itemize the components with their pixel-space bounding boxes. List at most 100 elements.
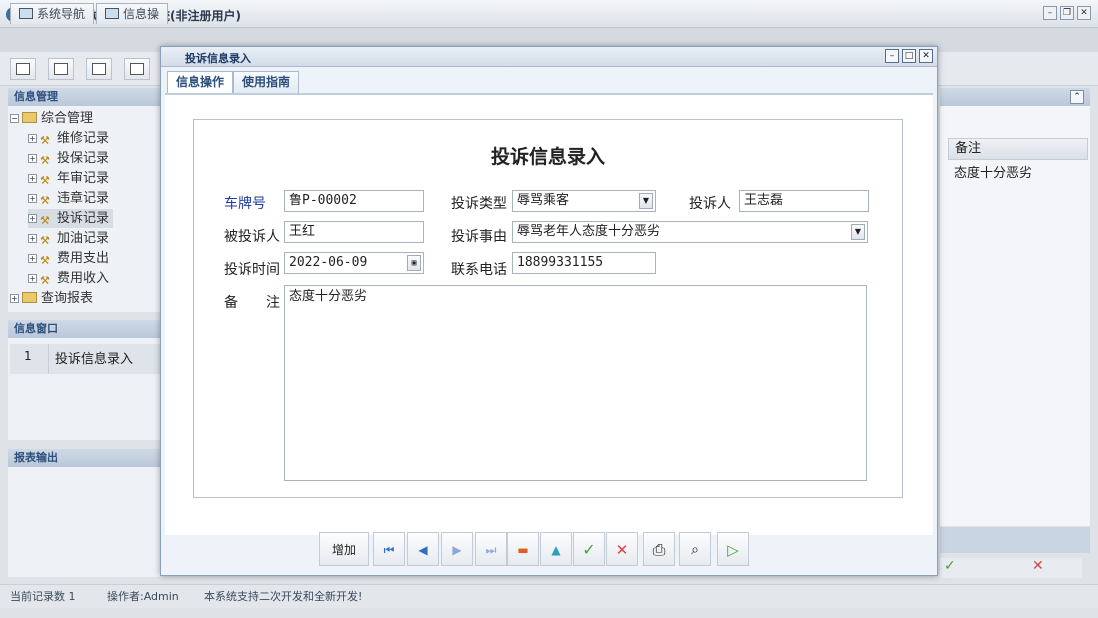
complaint-form: 投诉信息录入 车牌号 鲁P-00002 投诉类型 辱骂乘客 ▼ 投诉人 王志磊 …: [193, 119, 903, 498]
dialog-maximize-icon[interactable]: □: [902, 49, 916, 63]
tree-item[interactable]: + ⚒ 加油记录: [28, 229, 109, 248]
tool-icon: ⚒: [40, 254, 50, 267]
time-label: 投诉时间: [224, 262, 280, 278]
print-button[interactable]: ⎙: [643, 532, 675, 566]
complainant-label: 投诉人: [689, 196, 731, 212]
record-count: 当前记录数 1: [10, 590, 76, 603]
row-number: 1: [24, 349, 32, 363]
tree-item[interactable]: + ⚒ 维修记录: [28, 129, 109, 148]
tree-item-selected[interactable]: + ⚒ 投诉记录: [28, 209, 114, 228]
dialog-close-icon[interactable]: ✕: [919, 49, 933, 63]
tool-icon: ⚒: [40, 234, 50, 247]
tool-icon: ⚒: [40, 194, 50, 207]
grid-cell-remark[interactable]: 态度十分恶劣: [954, 162, 1032, 181]
phone-input[interactable]: 18899331155: [512, 252, 656, 274]
monitor-icon: [19, 8, 33, 19]
phone-label: 联系电话: [451, 262, 507, 278]
collapse-icon[interactable]: ⌃: [1070, 90, 1084, 104]
save-button[interactable]: ✓: [573, 532, 605, 566]
last-icon: ⏭: [485, 543, 497, 557]
tree-item[interactable]: + ⚒ 费用支出: [28, 249, 109, 268]
preview-button[interactable]: ⌕: [679, 532, 711, 566]
cancel-icon[interactable]: ✕: [1032, 558, 1044, 574]
plate-input[interactable]: 鲁P-00002: [284, 190, 424, 212]
prev-icon: ◀: [418, 543, 428, 557]
operator: 操作者:Admin: [107, 590, 179, 603]
dialog-titlebar: 投诉信息录入 – □ ✕: [161, 47, 937, 67]
row-label: 投诉信息录入: [55, 352, 134, 367]
restore-icon[interactable]: ❐: [1060, 6, 1074, 20]
play-icon: ▷: [727, 541, 739, 559]
magnifier-icon: ⌕: [691, 542, 699, 558]
info-management-title: 信息管理: [8, 88, 160, 106]
tree-item[interactable]: + ⚒ 费用收入: [28, 269, 109, 288]
plate-label: 车牌号: [224, 196, 266, 212]
form-title: 投诉信息录入: [490, 146, 605, 168]
first-icon: ⏮: [383, 543, 395, 557]
complainant-input[interactable]: 王志磊: [739, 190, 869, 212]
list-tool-button[interactable]: [48, 58, 74, 80]
cancel-button[interactable]: ✕: [606, 532, 638, 566]
right-panel-header: ⌃: [940, 88, 1090, 106]
tool-icon: ⚒: [40, 274, 50, 287]
user-tool-button[interactable]: [124, 58, 150, 80]
add-button[interactable]: 增加: [319, 532, 369, 566]
type-label: 投诉类型: [451, 196, 507, 212]
close-icon[interactable]: ✕: [1077, 6, 1091, 20]
search-icon: [16, 63, 30, 75]
tree-item[interactable]: + ⚒ 投保记录: [28, 149, 109, 168]
status-bar: 当前记录数 1 操作者:Admin 本系统支持二次开发和全新开发!: [0, 584, 1098, 608]
confirm-icon[interactable]: ✓: [944, 558, 956, 574]
tree-item[interactable]: + ⚒ 年审记录: [28, 169, 109, 188]
tree-item[interactable]: + ⚒ 违章记录: [28, 189, 109, 208]
up-arrow-icon: ▲: [551, 543, 561, 557]
minimize-icon[interactable]: –: [1043, 6, 1057, 20]
prev-record-button[interactable]: ◀: [407, 532, 439, 566]
info-window-title: 信息窗口: [8, 320, 160, 338]
right-nav-strip: ✓ ✕: [940, 558, 1082, 578]
time-input[interactable]: 2022-06-09 ▣: [284, 252, 424, 274]
complaint-dialog: 投诉信息录入 – □ ✕ 信息操作 使用指南 投诉信息录入 车牌号 鲁P-000…: [160, 46, 938, 576]
dialog-minimize-icon[interactable]: –: [885, 49, 899, 63]
minus-icon: ▬: [517, 543, 529, 557]
list-icon: [54, 63, 68, 75]
check-icon: ✓: [582, 540, 596, 559]
run-button[interactable]: ▷: [717, 532, 749, 566]
next-record-button[interactable]: ▶: [441, 532, 473, 566]
last-record-button[interactable]: ⏭: [475, 532, 507, 566]
chevron-down-icon[interactable]: ▼: [851, 224, 865, 240]
status-note: 本系统支持二次开发和全新开发!: [204, 590, 363, 603]
chevron-down-icon[interactable]: ▼: [639, 193, 653, 209]
search-tool-button[interactable]: [10, 58, 36, 80]
reason-label: 投诉事由: [451, 229, 507, 245]
complained-input[interactable]: 王红: [284, 221, 424, 243]
user-icon: [130, 63, 144, 75]
folder-icon: [22, 292, 37, 303]
edit-button[interactable]: ▲: [540, 532, 572, 566]
folder-icon: [22, 112, 37, 123]
complained-label: 被投诉人: [224, 229, 280, 245]
dialog-tab-info-ops[interactable]: 信息操作: [167, 71, 234, 93]
dialog-tab-guide[interactable]: 使用指南: [233, 71, 300, 93]
tree-root[interactable]: − 综合管理: [10, 109, 93, 128]
remark-label: 备 注: [224, 295, 280, 311]
remark-textarea[interactable]: 态度十分恶劣: [284, 285, 867, 481]
tool-icon: ⚒: [40, 214, 50, 227]
type-select[interactable]: 辱骂乘客 ▼: [512, 190, 656, 212]
tree-query[interactable]: + 查询报表: [10, 289, 93, 308]
calendar-icon[interactable]: ▣: [407, 255, 421, 271]
printer-icon: ⎙: [652, 540, 666, 559]
delete-button[interactable]: ▬: [507, 532, 539, 566]
info-window-row[interactable]: 1 投诉信息录入: [10, 344, 160, 374]
grid-column-header: 备注: [948, 138, 1088, 160]
document-tool-button[interactable]: [86, 58, 112, 80]
x-icon: ✕: [615, 541, 629, 559]
tab-info-ops[interactable]: 信息操作: [96, 3, 168, 24]
info-window-panel: 信息窗口: [8, 320, 160, 440]
next-icon: ▶: [452, 543, 462, 557]
reason-select[interactable]: 辱骂老年人态度十分恶劣 ▼: [512, 221, 868, 243]
first-record-button[interactable]: ⏮: [373, 532, 405, 566]
tool-icon: ⚒: [40, 134, 50, 147]
tool-icon: ⚒: [40, 154, 50, 167]
tab-system-nav[interactable]: 系统导航: [10, 3, 95, 24]
